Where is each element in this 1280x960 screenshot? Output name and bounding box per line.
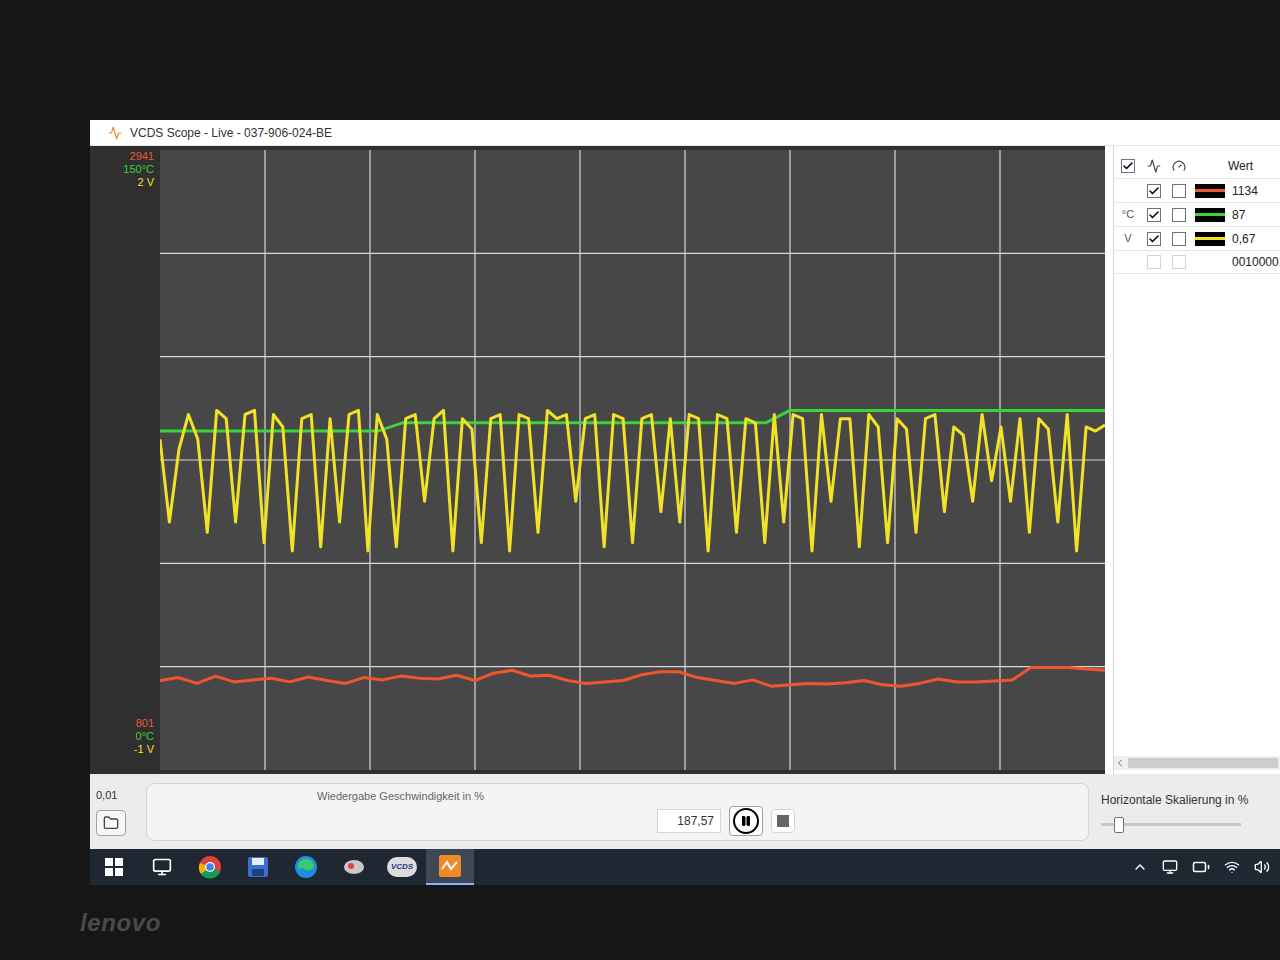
channel-row: 0010000 <box>1114 250 1280 274</box>
taskbar-item[interactable]: VCDS <box>378 849 426 885</box>
chart <box>160 146 1105 774</box>
channel-row: 1134 <box>1114 178 1280 202</box>
edge-icon <box>294 855 318 879</box>
system-tray <box>1132 858 1280 876</box>
color-swatch <box>1195 184 1225 198</box>
taskbar: VCDS <box>90 849 1280 885</box>
check-icon <box>1148 209 1160 221</box>
min-label: 0,01 <box>96 787 134 804</box>
pause-icon <box>740 815 752 827</box>
channel-row: V 0,67 <box>1114 226 1280 250</box>
windows-icon <box>105 858 123 876</box>
grid-line <box>160 666 1105 667</box>
tool-icon <box>342 855 366 879</box>
scope-icon <box>438 854 462 878</box>
taskbar-item[interactable] <box>282 849 330 885</box>
horizontal-scrollbar[interactable] <box>1114 756 1280 770</box>
checkbox[interactable] <box>1147 184 1161 198</box>
left-bezel <box>0 120 90 885</box>
task-view-icon <box>152 857 172 877</box>
taskbar-item[interactable] <box>234 849 282 885</box>
stop-button[interactable] <box>771 809 795 833</box>
controls-bar: 0,01 Wiedergabe Geschwindigkeit in % 187,5… <box>90 774 1280 849</box>
axis-top-label: 2 V <box>137 176 154 189</box>
check-icon <box>1148 185 1160 197</box>
grid-line <box>160 459 1105 460</box>
value-header: Wert <box>1228 157 1253 175</box>
checkbox[interactable] <box>1172 208 1186 222</box>
channel-value: 0,67 <box>1228 230 1255 248</box>
taskbar-item[interactable] <box>330 849 378 885</box>
scale-slider[interactable] <box>1101 817 1241 833</box>
taskbar-item[interactable] <box>426 849 474 885</box>
top-bezel <box>0 0 1280 120</box>
line-icon <box>1147 159 1161 173</box>
slider-thumb[interactable] <box>1114 817 1124 833</box>
channel-value: 0010000 <box>1228 253 1279 271</box>
tray-expand-icon[interactable] <box>1132 859 1148 875</box>
stop-icon <box>777 815 789 827</box>
display: VCDS Scope - Live - 037-906-024-BE 294115… <box>90 120 1280 885</box>
grid-line <box>160 563 1105 564</box>
checkbox[interactable] <box>1147 208 1161 222</box>
axis-labels: 2941150°C2 V 8010°C-1 V <box>90 146 160 774</box>
brand-logo: lenovo <box>80 905 161 941</box>
vcds-icon: VCDS <box>387 857 417 877</box>
speed-input[interactable]: 187,57 <box>657 809 721 833</box>
series-line <box>160 410 1105 551</box>
panel-header: Wert <box>1114 154 1280 178</box>
axis-bottom-label: 801 <box>136 717 154 730</box>
checkbox[interactable] <box>1121 159 1135 173</box>
save-icon <box>247 856 269 878</box>
folder-button[interactable] <box>96 810 126 836</box>
speed-label: Wiedergabe Geschwindigkeit in % <box>317 788 484 805</box>
checkbox[interactable] <box>1147 232 1161 246</box>
color-swatch <box>1195 208 1225 222</box>
taskbar-item[interactable] <box>90 849 138 885</box>
playback-box: Wiedergabe Geschwindigkeit in % 187,57 <box>146 783 1089 841</box>
grid-line <box>160 253 1105 254</box>
checkbox[interactable] <box>1147 255 1161 269</box>
scope-icon <box>108 126 122 140</box>
channel-value: 1134 <box>1228 182 1258 200</box>
taskbar-item[interactable] <box>186 849 234 885</box>
gauge-icon <box>1172 159 1186 173</box>
bottom-bezel: lenovo <box>0 885 1280 960</box>
window-title: VCDS Scope - Live - 037-906-024-BE <box>130 124 332 142</box>
checkbox[interactable] <box>1172 255 1186 269</box>
check-icon <box>1148 233 1160 245</box>
series-line <box>160 667 1105 686</box>
title-bar: VCDS Scope - Live - 037-906-024-BE <box>90 120 1280 146</box>
check-icon <box>1122 160 1134 172</box>
checkbox[interactable] <box>1172 232 1186 246</box>
folder-icon <box>103 815 119 831</box>
color-swatch <box>1195 232 1225 246</box>
axis-top-label: 150°C <box>123 163 154 176</box>
axis-bottom-label: -1 V <box>134 743 154 756</box>
unit-label: V <box>1114 230 1142 247</box>
battery-icon[interactable] <box>1192 858 1210 876</box>
channel-row: °C 87 <box>1114 202 1280 226</box>
laptop-screen: VCDS Scope - Live - 037-906-024-BE 294115… <box>0 0 1280 960</box>
unit-label: °C <box>1114 206 1142 223</box>
scope-chart <box>160 150 1105 770</box>
scale-label: Horizontale Skalierung in % <box>1101 791 1276 809</box>
taskbar-item[interactable] <box>138 849 186 885</box>
main-area: 2941150°C2 V 8010°C-1 V Wert 1134 °C 87 V 0,67 0… <box>90 146 1280 774</box>
display-icon[interactable] <box>1162 859 1178 875</box>
channel-panel: Wert 1134 °C 87 V 0,67 0010000 <box>1113 146 1280 774</box>
chrome-icon <box>198 855 222 879</box>
scroll-left-icon[interactable] <box>1114 757 1126 769</box>
grid-line <box>160 356 1105 357</box>
axis-top-label: 2941 <box>130 150 154 163</box>
volume-icon[interactable] <box>1254 859 1270 875</box>
checkbox[interactable] <box>1172 184 1186 198</box>
pause-button[interactable] <box>729 806 763 836</box>
channel-value: 87 <box>1228 206 1245 224</box>
axis-bottom-label: 0°C <box>136 730 154 743</box>
network-icon[interactable] <box>1224 859 1240 875</box>
